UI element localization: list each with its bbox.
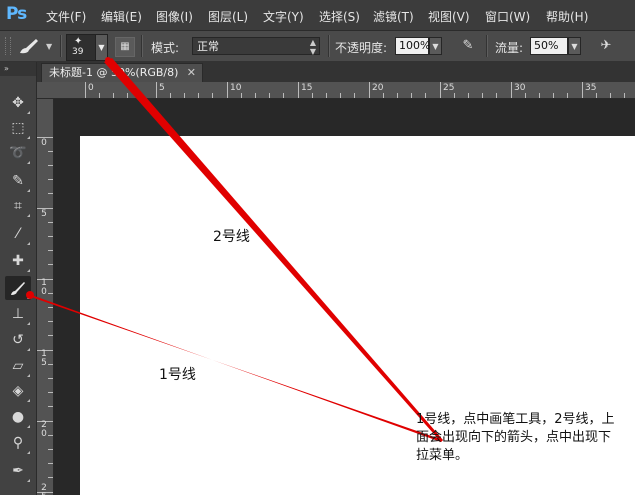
clone-stamp-tool-icon[interactable]: ⊥ [5,302,31,326]
pressure-opacity-icon[interactable]: ✎ [458,36,478,56]
menu-layer[interactable]: 图层(L) [208,8,248,25]
line-2-label: 2号线 [213,229,250,245]
airbrush-icon[interactable]: ✈ [596,36,616,56]
brush-panel-icon: ▦ [120,41,130,52]
mode-value: 正常 [197,40,219,53]
menu-edit[interactable]: 编辑(E) [101,8,142,25]
history-brush-tool-icon[interactable]: ↺ [5,328,31,352]
ruler-label: 0 [88,83,94,93]
menu-view[interactable]: 视图(V) [428,8,470,25]
dodge-tool-icon[interactable]: ⚲ [5,431,31,455]
paint-bucket-tool-icon[interactable]: ◈ [5,379,31,403]
ruler-label: 5 [159,83,165,93]
ruler-label: 15 [301,83,313,93]
menu-file[interactable]: 文件(F) [46,8,86,25]
mode-select[interactable]: 正常 ▲ ▼ [192,37,320,56]
tool-preset-picker[interactable]: ▼ [16,36,56,56]
opacity-dropdown-button[interactable]: ▼ [429,37,442,55]
line-1-label: 1号线 [159,367,196,383]
healing-brush-tool-icon[interactable]: ✚ [5,249,31,273]
horizontal-ruler-ticks [85,82,625,98]
quick-selection-tool-icon[interactable]: ✎ [5,169,31,193]
eyedropper-tool-icon[interactable]: ⁄ [5,222,31,246]
horizontal-ruler[interactable]: 0 5 10 15 20 25 30 35 [53,82,635,99]
brush-preset-picker[interactable]: ✦ 39 ▼ [66,34,108,61]
separator [60,35,62,57]
separator [141,35,143,57]
ruler-label: 2 5 [41,483,47,495]
document-tab-title: 未标题-1 @ 50%(RGB/8) [49,66,179,79]
brush-glyph [11,282,25,295]
ruler-label: 0 [41,138,47,148]
ruler-label: 35 [585,83,597,93]
document-tab-strip: 未标题-1 @ 50%(RGB/8) ✕ [37,62,635,83]
lasso-tool-icon[interactable]: ➰ [5,141,31,165]
menu-image[interactable]: 图像(I) [156,8,193,25]
ruler-label: 25 [443,83,455,93]
menu-help[interactable]: 帮助(H) [546,8,588,25]
menu-select[interactable]: 选择(S) [319,8,360,25]
blur-tool-icon[interactable]: ● [5,405,31,429]
toolbox: » ✥ ⬚ ➰ ✎ ⌗ ⁄ ✚ ⊥ ↺ ▱ ◈ ● ⚲ ✒ [0,62,37,495]
separator [486,35,488,57]
ruler-origin[interactable] [37,82,54,99]
opacity-input[interactable]: 100% [395,37,430,55]
opacity-label: 不透明度: [335,41,388,55]
crop-tool-icon[interactable]: ⌗ [5,194,31,218]
document-tab[interactable]: 未标题-1 @ 50%(RGB/8) ✕ [41,63,203,82]
brush-tip-icon: ✦ [74,36,83,47]
ruler-label: 2 0 [41,420,47,439]
brush-picker-dropdown-arrow[interactable]: ▼ [95,35,107,60]
eraser-tool-icon[interactable]: ▱ [5,354,31,378]
instruction-note: 1号线，点中画笔工具，2号线，上面会出现向下的箭头，点中出现下拉菜单。 [416,412,615,463]
options-bar-grip[interactable] [5,37,11,55]
chevron-down-icon: ▼ [46,42,53,51]
brush-tool-icon [20,39,38,54]
menu-filter[interactable]: 滤镜(T) [373,8,414,25]
vertical-ruler[interactable]: 0 5 1 0 1 5 2 0 2 5 [37,99,54,495]
ruler-label: 20 [372,83,384,93]
flow-input[interactable]: 50% [530,37,568,55]
ruler-label: 10 [230,83,242,93]
ruler-label: 1 5 [41,349,47,368]
brush-tool-icon[interactable] [5,276,31,300]
brush-size-value: 39 [72,47,84,57]
toolbox-collapse-icon[interactable]: » [0,62,36,76]
flow-dropdown-button[interactable]: ▼ [568,37,581,55]
options-bar: ▼ ✦ 39 ▼ ▦ 模式: 正常 ▲ ▼ 不透明度: 100% ▼ ✎ 流量: … [0,31,635,62]
close-icon[interactable]: ✕ [187,64,196,82]
menu-window[interactable]: 窗口(W) [485,8,530,25]
separator [328,35,330,57]
flow-label: 流量: [495,41,524,55]
mode-label: 模式: [151,41,180,55]
move-tool-icon[interactable]: ✥ [5,91,31,115]
updown-arrows-icon: ▲ ▼ [309,38,316,56]
menu-type[interactable]: 文字(Y) [263,8,304,25]
photoshop-logo: Ps [6,4,27,24]
ruler-label: 30 [514,83,526,93]
menu-bar: Ps 文件(F) 编辑(E) 图像(I) 图层(L) 文字(Y) 选择(S) 滤… [0,0,635,31]
ruler-label: 1 0 [41,278,47,297]
marquee-tool-icon[interactable]: ⬚ [5,116,31,140]
ruler-label: 5 [41,209,47,219]
pen-tool-icon[interactable]: ✒ [5,459,31,483]
brush-panel-toggle-button[interactable]: ▦ [115,37,135,57]
